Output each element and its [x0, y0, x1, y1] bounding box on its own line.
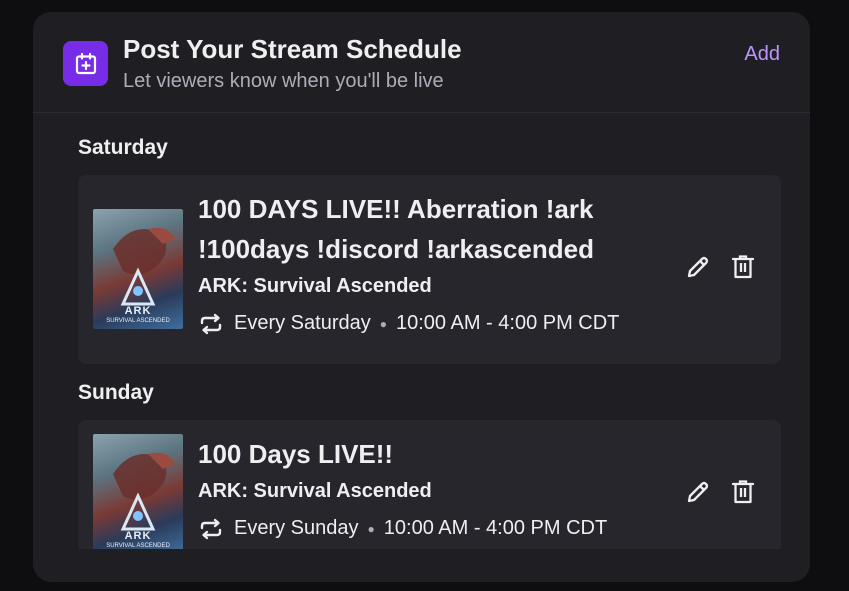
edit-button[interactable]: [683, 479, 713, 509]
trash-icon: [731, 254, 755, 285]
calendar-plus-icon: [63, 41, 108, 86]
pencil-icon: [685, 479, 711, 510]
thumbnail-logo-subtext: SURVIVAL ASCENDED: [106, 318, 170, 324]
day-label-sunday: Sunday: [78, 381, 154, 404]
delete-button[interactable]: [728, 479, 758, 509]
time-range: 10:00 AM - 4:00 PM CDT: [383, 517, 608, 539]
time-range: 10:00 AM - 4:00 PM CDT: [395, 312, 620, 334]
thumbnail-logo-text: ARK: [124, 530, 152, 542]
page-title: Post Your Stream Schedule: [123, 34, 462, 64]
card-header: Post Your Stream Schedule Let viewers kn…: [33, 12, 810, 113]
recurrence-text: Every Sunday: [234, 517, 359, 539]
separator-dot: ●: [367, 521, 375, 536]
schedule-list[interactable]: Saturday ARK SURVIVAL ASCENDED 100 DAYS …: [33, 113, 810, 549]
schedule-entry-saturday: ARK SURVIVAL ASCENDED 100 DAYS LIVE!! Ab…: [78, 175, 781, 364]
thumbnail-logo-subtext: SURVIVAL ASCENDED: [106, 543, 170, 549]
schedule-time-row: Every Sunday ● 10:00 AM - 4:00 PM CDT: [198, 517, 607, 540]
repeat-icon: [198, 518, 224, 540]
schedule-time-row: Every Saturday ● 10:00 AM - 4:00 PM CDT: [198, 312, 619, 335]
game-name: ARK: Survival Ascended: [198, 480, 432, 502]
add-button[interactable]: Add: [744, 43, 780, 66]
edit-button[interactable]: [683, 254, 713, 284]
game-name: ARK: Survival Ascended: [198, 275, 432, 297]
game-thumbnail: ARK SURVIVAL ASCENDED: [93, 434, 183, 549]
separator-dot: ●: [379, 316, 387, 331]
page-subtitle: Let viewers know when you'll be live: [123, 70, 444, 92]
recurrence-text: Every Saturday: [234, 312, 371, 334]
schedule-entry-sunday: ARK SURVIVAL ASCENDED 100 Days LIVE!! AR…: [78, 420, 781, 549]
stream-title: 100 DAYS LIVE!! Aberration !ark !100days…: [198, 194, 594, 264]
day-label-saturday: Saturday: [78, 136, 168, 159]
stream-title: 100 Days LIVE!!: [198, 439, 394, 469]
pencil-icon: [685, 254, 711, 285]
stream-schedule-card: Post Your Stream Schedule Let viewers kn…: [33, 12, 810, 582]
game-thumbnail: ARK SURVIVAL ASCENDED: [93, 209, 183, 329]
thumbnail-logo-text: ARK: [124, 305, 152, 317]
repeat-icon: [198, 313, 224, 335]
delete-button[interactable]: [728, 254, 758, 284]
trash-icon: [731, 479, 755, 510]
